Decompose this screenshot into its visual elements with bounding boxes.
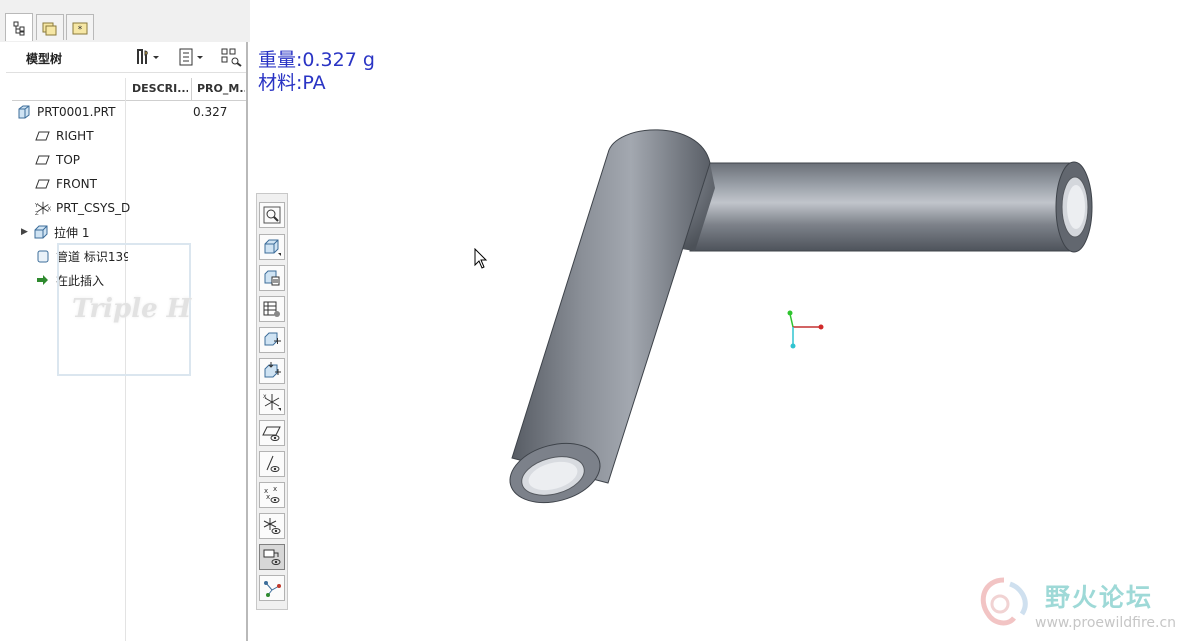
tree-item-csys[interactable]: YZ X PRT_CSYS_D (35, 198, 130, 218)
view-toolbar: x xxx (256, 193, 288, 610)
datum-plane-display-icon (262, 426, 281, 441)
panel-splitter[interactable] (246, 42, 248, 641)
zoom-button[interactable] (259, 202, 285, 228)
datum-point-display-icon: x xx (264, 485, 280, 503)
datum-plane-icon (35, 152, 51, 168)
csys-visibility-icon (263, 518, 281, 534)
svg-text:X: X (47, 207, 51, 213)
saved-view-icon (264, 239, 281, 256)
show-dropdown[interactable] (178, 47, 206, 67)
tree-item-front[interactable]: FRONT (35, 174, 97, 194)
tree-filter-icon (221, 48, 242, 67)
tree-item-mass-value: 0.327 (193, 105, 228, 119)
column-pro-mass[interactable]: PRO_M... (197, 82, 245, 95)
tree-item-label: FRONT (56, 177, 97, 191)
network-display-icon (264, 581, 281, 597)
model-tree-icon (13, 21, 25, 35)
svg-text:x: x (266, 493, 270, 501)
column-divider (191, 78, 192, 100)
csys-visibility-button[interactable] (259, 513, 285, 539)
model-info: 重量:0.327 g 材料:PA (258, 49, 375, 95)
tree-item-top[interactable]: TOP (35, 150, 80, 170)
datum-plane-icon (35, 176, 51, 192)
column-description[interactable]: DESCRI... (132, 82, 188, 95)
datum-axis-display-icon (266, 455, 280, 472)
tab-model-tree[interactable] (5, 13, 33, 41)
datum-plane-icon (35, 128, 51, 144)
folder-browser-icon (42, 22, 57, 35)
tools-icon (137, 49, 159, 64)
mouse-cursor-icon (474, 248, 488, 269)
navigator-panel: * 模型树 DESCRI... PRO_M. PRT0001.PRT 0.327… (0, 0, 250, 641)
annotation-display-button[interactable] (259, 544, 285, 570)
zoom-icon (263, 206, 281, 224)
csys-icon: YZ X (35, 200, 51, 217)
view-manager-button[interactable] (259, 265, 285, 291)
network-display-button[interactable] (259, 575, 285, 601)
material-info: 材料:PA (258, 72, 326, 94)
datum-point-display-button[interactable]: xxx (259, 482, 285, 508)
svg-text:Z: Z (35, 211, 39, 217)
tree-item-part[interactable]: PRT0001.PRT (16, 102, 115, 122)
forum-logo-url: www.proewildfire.cn (1035, 615, 1177, 631)
tree-item-label: RIGHT (56, 129, 94, 143)
svg-text:x: x (263, 393, 267, 400)
spin-center-button[interactable] (259, 327, 285, 353)
expand-arrow-icon[interactable]: ▶ (21, 227, 33, 237)
tab-favorites[interactable]: * (66, 14, 94, 40)
datum-axis-display-button[interactable] (259, 451, 285, 477)
csys-display-icon: x (263, 393, 281, 411)
csys-display-button[interactable]: x (259, 389, 285, 415)
appearance-icon (263, 301, 280, 317)
annotation-display-icon (263, 549, 281, 565)
svg-text:x: x (273, 485, 277, 493)
coordinate-system-triad (787, 310, 824, 349)
pipe-icon (35, 248, 51, 264)
favorites-icon: * (72, 22, 88, 35)
tree-item-right[interactable]: RIGHT (35, 126, 94, 146)
list-icon (179, 48, 203, 66)
orient-mode-button[interactable] (259, 358, 285, 384)
tree-item-label: PRT0001.PRT (37, 105, 116, 119)
column-header: DESCRI... PRO_M... (12, 78, 246, 101)
spin-center-icon (264, 332, 281, 346)
tree-item-label: 拉伸 1 (54, 225, 90, 240)
extrude-icon (33, 224, 49, 240)
settings-dropdown[interactable] (134, 47, 162, 67)
tree-item-label: TOP (56, 153, 81, 167)
forum-logo-name: 野火论坛 (1045, 583, 1154, 612)
tree-header: 模型树 (6, 42, 246, 73)
weight-info: 重量:0.327 g (258, 49, 375, 71)
orient-mode-icon (264, 362, 281, 378)
tree-item-extrude[interactable]: ▶ 拉伸 1 (21, 222, 89, 242)
saved-view-button[interactable] (259, 234, 285, 260)
part-icon (16, 104, 32, 120)
insert-arrow-icon (35, 272, 51, 288)
tree-title: 模型树 (26, 52, 63, 66)
svg-text:*: * (78, 25, 83, 35)
watermark-text: Triple H (72, 294, 192, 324)
view-manager-icon (264, 270, 280, 286)
tree-item-label: PRT_CSYS_D (56, 201, 131, 215)
svg-text:Y: Y (35, 203, 39, 209)
navigator-tabs: * (0, 0, 250, 42)
forum-logo-icon (980, 577, 1028, 626)
tab-folder-browser[interactable] (36, 14, 64, 40)
datum-plane-display-button[interactable] (259, 420, 285, 446)
tree-filter-button[interactable] (220, 47, 244, 67)
appearance-button[interactable] (259, 296, 285, 322)
